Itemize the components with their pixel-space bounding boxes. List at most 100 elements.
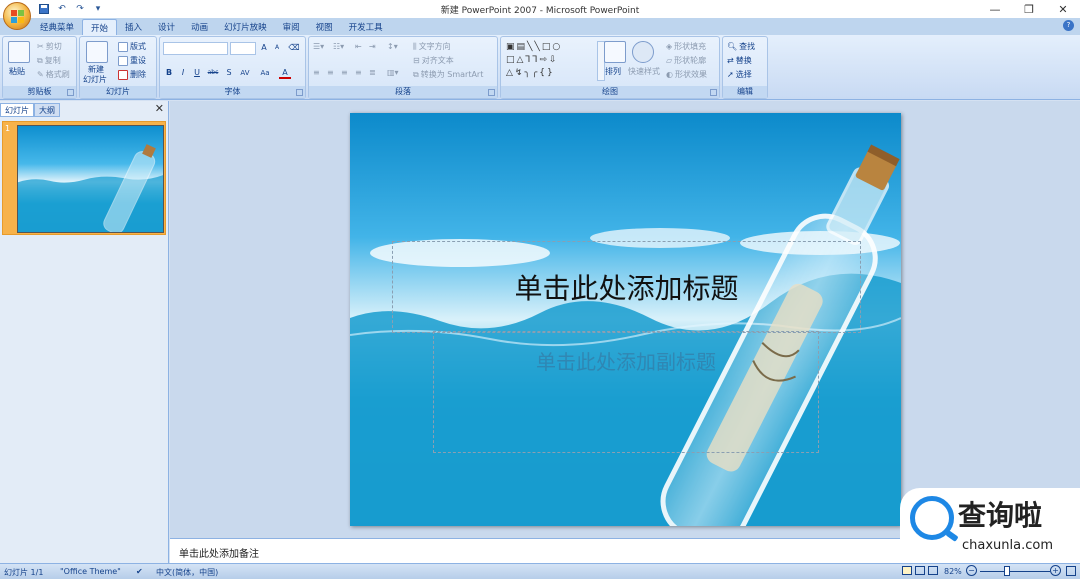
clipboard-launcher-icon[interactable] xyxy=(67,89,74,96)
shadow-button[interactable]: S xyxy=(223,67,235,79)
status-bar: 幻灯片 1/1 "Office Theme" ✔︎ 中文(简体，中国) 82% … xyxy=(0,563,1080,579)
new-slide-icon xyxy=(86,41,108,63)
title-placeholder[interactable]: 单击此处添加标题 xyxy=(392,241,861,333)
zoom-level[interactable]: 82% xyxy=(944,567,962,576)
increase-indent-icon[interactable]: ⇥ xyxy=(369,42,376,51)
copy-button[interactable]: ⧉ 复制 xyxy=(37,55,61,66)
slide-count: 幻灯片 1/1 xyxy=(4,568,44,577)
align-center-icon[interactable]: ≡ xyxy=(327,68,334,77)
shape-outline-label: 形状轮廓 xyxy=(674,56,707,65)
group-paragraph: ☰▾ ☷▾ ⇤ ⇥ ↕▾ ≡ ≡ ≡ ≡ ≣ ▥▾ ⫼ 文字方向 ⊟ 对齐文本 ⧉ 转… xyxy=(308,36,498,99)
decrease-indent-icon[interactable]: ⇤ xyxy=(355,42,362,51)
format-painter-button[interactable]: ✎ 格式刷 xyxy=(37,69,70,80)
tab-slides[interactable]: 幻灯片 xyxy=(0,103,34,117)
paragraph-launcher-icon[interactable] xyxy=(488,89,495,96)
shape-effects-button[interactable]: ◐ 形状效果 xyxy=(666,69,707,80)
cut-button[interactable]: ✂ 剪切 xyxy=(37,41,62,52)
paste-button[interactable]: 粘贴 xyxy=(9,66,25,77)
justify-icon[interactable]: ≡ xyxy=(355,68,362,77)
select-label: 选择 xyxy=(735,70,752,79)
zoom-out-button[interactable]: − xyxy=(966,565,977,576)
tab-insert[interactable]: 插入 xyxy=(117,19,150,35)
minimize-button[interactable]: — xyxy=(978,0,1012,18)
clear-format-icon[interactable]: ⌫ xyxy=(288,42,300,54)
group-font: A A ⌫ B I U abc S AV Aa A 字体 xyxy=(159,36,306,99)
font-name-combo[interactable] xyxy=(163,42,228,55)
office-button[interactable] xyxy=(3,2,31,30)
quick-styles-button[interactable]: 快速样式 xyxy=(628,66,660,77)
change-case-button[interactable]: Aa xyxy=(257,67,273,79)
font-launcher-icon[interactable] xyxy=(296,89,303,96)
align-text-button[interactable]: ⊟ 对齐文本 xyxy=(413,55,454,66)
shapes-gallery[interactable]: ▣▤╲╲□○ □△⅂⅂⇨⇩ △↯╮╭{} xyxy=(506,41,596,81)
smartart-button[interactable]: ⧉ 转换为 SmartArt xyxy=(413,69,483,80)
new-slide-label2[interactable]: 幻灯片 xyxy=(83,74,107,85)
shape-outline-button[interactable]: ▱ 形状轮廓 xyxy=(666,55,706,66)
numbering-icon[interactable]: ☷▾ xyxy=(333,42,344,51)
strikethrough-button[interactable]: abc xyxy=(205,67,221,79)
find-label: 查找 xyxy=(739,42,756,51)
underline-button[interactable]: U xyxy=(191,67,203,79)
copy-icon: ⧉ xyxy=(37,55,43,65)
spellcheck-icon[interactable]: ✔︎ xyxy=(136,567,143,576)
layout-icon xyxy=(118,41,128,52)
distribute-icon[interactable]: ≣ xyxy=(369,68,376,77)
theme-name: "Office Theme" xyxy=(60,567,121,576)
copy-label: 复制 xyxy=(44,56,61,65)
tab-classic-menu[interactable]: 经典菜单 xyxy=(32,19,82,35)
tab-home[interactable]: 开始 xyxy=(82,19,118,35)
text-direction-button[interactable]: ⫼ 文字方向 xyxy=(413,41,451,52)
current-slide[interactable]: 单击此处添加标题 单击此处添加副标题 xyxy=(350,113,901,526)
delete-button[interactable]: 删除 xyxy=(118,69,146,80)
cut-label: 剪切 xyxy=(45,42,62,51)
bullets-icon[interactable]: ☰▾ xyxy=(313,42,324,51)
close-button[interactable]: ✕ xyxy=(1046,0,1080,18)
zoom-slider-thumb[interactable] xyxy=(1004,566,1010,576)
help-icon[interactable]: ? xyxy=(1063,20,1074,31)
restore-button[interactable]: ❐ xyxy=(1012,0,1046,18)
slide-show-icon[interactable] xyxy=(928,566,938,575)
fit-window-icon[interactable] xyxy=(1066,566,1076,576)
layout-label: 版式 xyxy=(130,42,146,51)
normal-view-icon[interactable] xyxy=(902,566,912,575)
find-button[interactable]: 🔍︎ 查找 xyxy=(727,41,755,52)
zoom-in-button[interactable]: + xyxy=(1050,565,1061,576)
language-indicator[interactable]: 中文(简体，中国) xyxy=(156,567,218,578)
align-left-icon[interactable]: ≡ xyxy=(313,68,320,77)
shrink-font-button[interactable]: A xyxy=(271,42,283,54)
bold-button[interactable]: B xyxy=(163,67,175,79)
reset-button[interactable]: 重设 xyxy=(118,55,146,66)
select-button[interactable]: ➚ 选择 xyxy=(727,69,752,80)
slide-thumbnail[interactable]: 1 xyxy=(2,121,166,235)
italic-button[interactable]: I xyxy=(177,67,189,79)
line-spacing-icon[interactable]: ↕▾ xyxy=(387,42,398,51)
subtitle-placeholder[interactable]: 单击此处添加副标题 xyxy=(433,331,819,453)
arrange-icon xyxy=(604,41,626,63)
tab-design[interactable]: 设计 xyxy=(150,19,183,35)
shape-fill-label: 形状填充 xyxy=(674,42,707,51)
tab-review[interactable]: 审阅 xyxy=(275,19,308,35)
tab-outline[interactable]: 大纲 xyxy=(34,103,60,117)
office-logo-icon xyxy=(11,10,24,23)
drawing-launcher-icon[interactable] xyxy=(710,89,717,96)
tab-view[interactable]: 视图 xyxy=(308,19,341,35)
columns-icon[interactable]: ▥▾ xyxy=(387,68,399,77)
grow-font-button[interactable]: A xyxy=(258,42,270,54)
tab-animations[interactable]: 动画 xyxy=(183,19,216,35)
format-painter-label: 格式刷 xyxy=(45,70,70,79)
font-size-combo[interactable] xyxy=(230,42,256,55)
char-spacing-button[interactable]: AV xyxy=(237,67,253,79)
font-color-button[interactable]: A xyxy=(279,67,291,79)
tab-developer[interactable]: 开发工具 xyxy=(341,19,391,35)
find-icon: 🔍︎ xyxy=(727,42,738,51)
slide-sorter-icon[interactable] xyxy=(915,566,925,575)
shape-fill-button[interactable]: ◈ 形状填充 xyxy=(666,41,706,52)
layout-button[interactable]: 版式 xyxy=(118,41,146,52)
replace-button[interactable]: ⇄ 替换 xyxy=(727,55,752,66)
close-pane-icon[interactable]: ✕ xyxy=(155,102,164,115)
align-right-icon[interactable]: ≡ xyxy=(341,68,348,77)
zoom-slider-track[interactable] xyxy=(980,571,1050,572)
arrange-button[interactable]: 排列 xyxy=(605,66,621,77)
pane-tabs: 幻灯片 大纲 xyxy=(0,103,60,117)
tab-slide-show[interactable]: 幻灯片放映 xyxy=(216,19,275,35)
